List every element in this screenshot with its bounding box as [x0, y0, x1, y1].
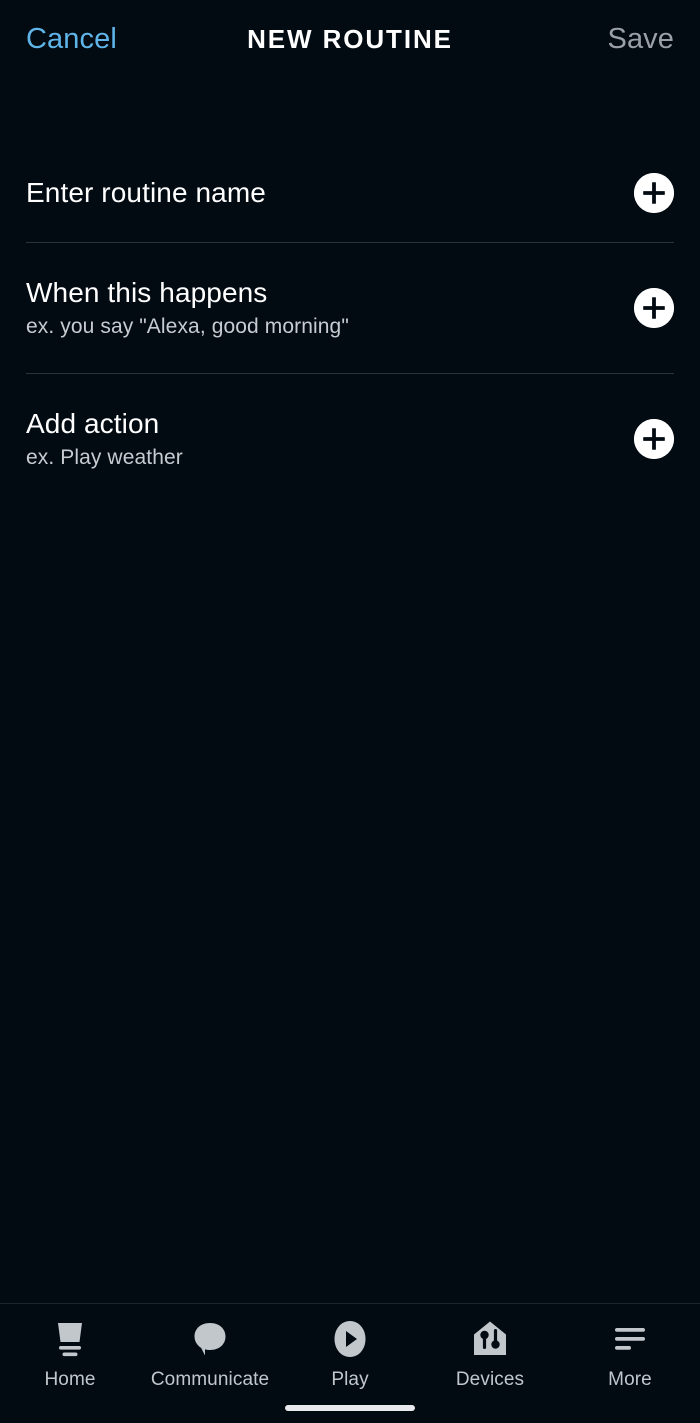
echo-device-icon: [49, 1318, 91, 1360]
routine-name-text: Enter routine name: [26, 176, 266, 208]
hamburger-lines-icon: [609, 1318, 651, 1360]
home-indicator: [285, 1405, 415, 1411]
plus-icon: [634, 288, 674, 328]
action-text: Add action ex. Play weather: [26, 407, 183, 470]
trigger-label: When this happens: [26, 276, 268, 308]
nav-item-more[interactable]: More: [560, 1318, 700, 1391]
nav-label-home: Home: [44, 1369, 96, 1390]
app-header: Cancel NEW ROUTINE Save: [0, 0, 700, 78]
add-routine-name-button[interactable]: [634, 173, 674, 213]
play-circle-icon: [329, 1318, 371, 1360]
routine-name-label: Enter routine name: [26, 176, 266, 208]
nav-label-devices: Devices: [455, 1369, 525, 1390]
trigger-example: ex. you say "Alexa, good morning": [26, 315, 349, 339]
plus-icon: [634, 173, 674, 213]
action-example: ex. Play weather: [26, 446, 183, 470]
house-sliders-icon: [469, 1318, 511, 1360]
nav-item-play[interactable]: Play: [280, 1318, 420, 1391]
add-action-button[interactable]: [634, 419, 674, 459]
cancel-button[interactable]: Cancel: [26, 23, 117, 56]
trigger-row[interactable]: When this happens ex. you say "Alexa, go…: [0, 243, 700, 373]
action-row[interactable]: Add action ex. Play weather: [0, 374, 700, 504]
nav-item-home[interactable]: Home: [0, 1318, 140, 1391]
routine-name-row[interactable]: Enter routine name: [0, 144, 700, 242]
save-button[interactable]: Save: [608, 23, 675, 56]
nav-label-more: More: [608, 1369, 652, 1390]
trigger-text: When this happens ex. you say "Alexa, go…: [26, 276, 349, 339]
nav-label-play: Play: [331, 1369, 369, 1390]
action-label: Add action: [26, 407, 160, 439]
routine-form-list: Enter routine name When this happens ex.…: [0, 144, 700, 504]
nav-item-devices[interactable]: Devices: [420, 1318, 560, 1391]
nav-label-communicate: Communicate: [150, 1369, 270, 1390]
nav-item-communicate[interactable]: Communicate: [140, 1318, 280, 1391]
add-trigger-button[interactable]: [634, 288, 674, 328]
plus-icon: [634, 419, 674, 459]
speech-bubble-icon: [189, 1318, 231, 1360]
